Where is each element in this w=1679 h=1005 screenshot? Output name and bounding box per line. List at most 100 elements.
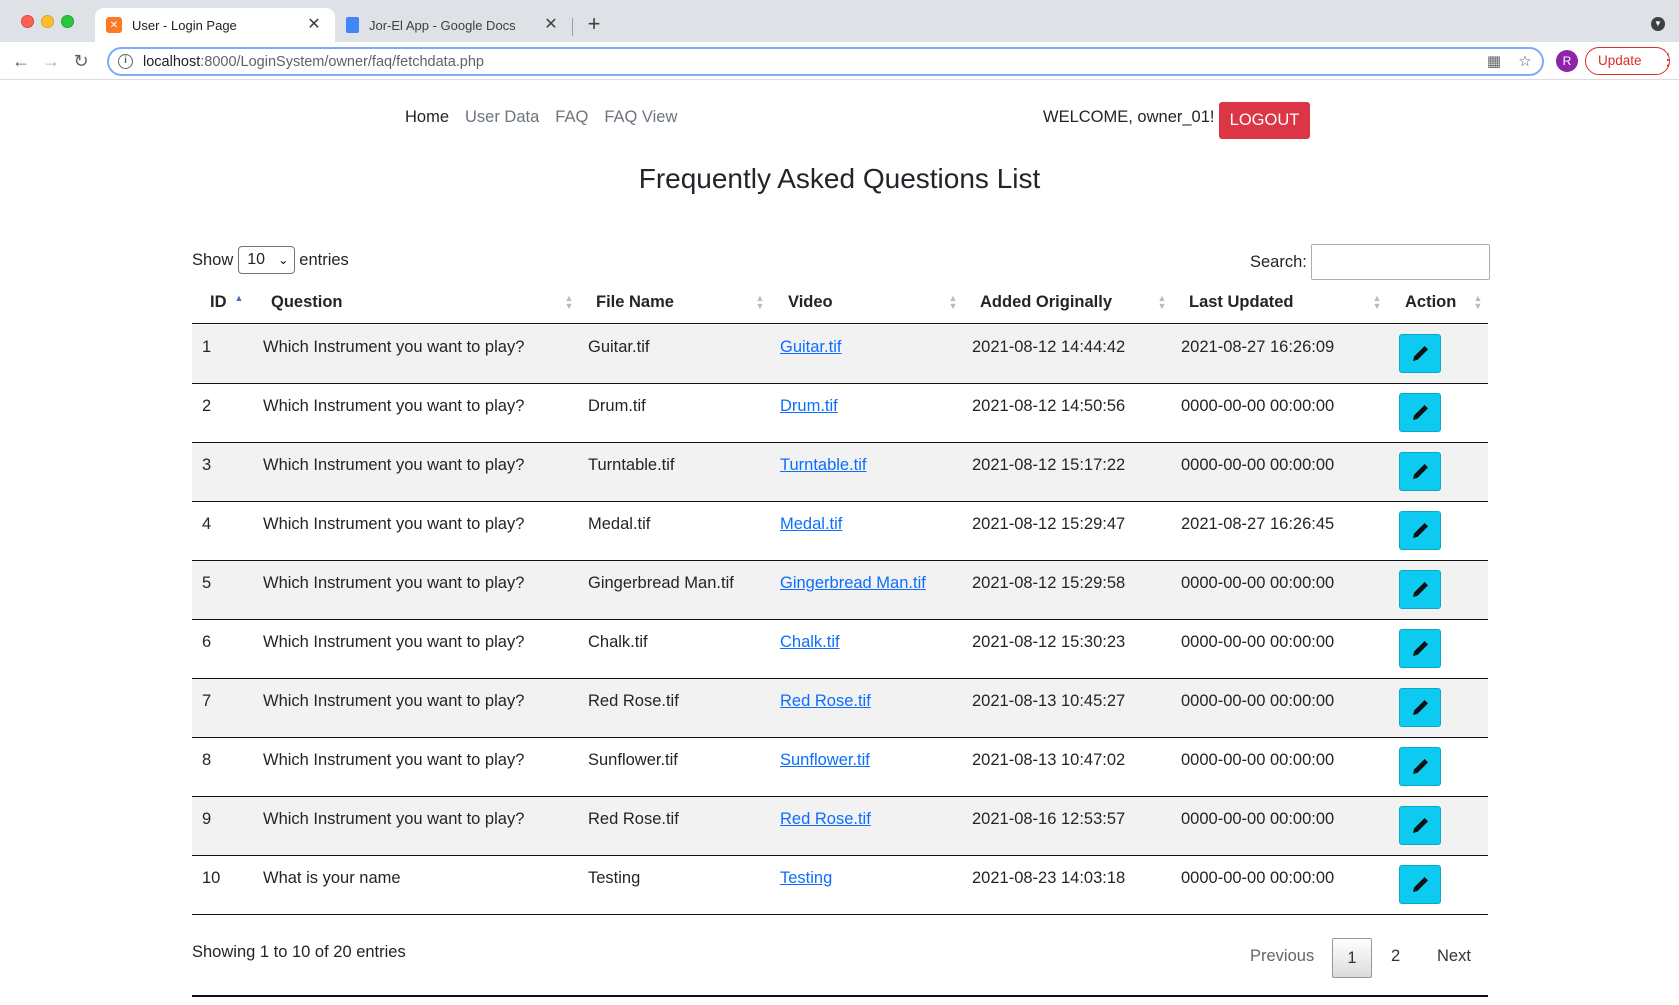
nav-link-user-data[interactable]: User Data	[465, 108, 539, 127]
tab-title: User - Login Page	[132, 17, 237, 33]
edit-button[interactable]	[1399, 688, 1441, 727]
cell-id: 4	[202, 515, 212, 533]
tab-title: Jor-El App - Google Docs	[369, 17, 516, 33]
video-link[interactable]: Red Rose.tif	[780, 810, 871, 829]
video-link[interactable]: Red Rose.tif	[780, 692, 871, 711]
nav-link-home[interactable]: Home	[405, 108, 449, 127]
cell-question: What is your name	[263, 869, 401, 887]
bookmark-star-icon[interactable]: ☆	[1516, 53, 1534, 71]
address-bar[interactable]: i localhost:8000/LoginSystem/owner/faq/f…	[107, 47, 1544, 76]
table-row: 8 Which Instrument you want to play? Sunfl…	[192, 738, 1488, 797]
nav-link-faq-view[interactable]: FAQ View	[604, 108, 677, 127]
welcome-text: WELCOME, owner_01! -	[1043, 108, 1225, 126]
sort-icon[interactable]: ▲ ▼	[1157, 294, 1167, 311]
reload-icon[interactable]: ↻	[68, 48, 94, 74]
new-tab-plus-icon[interactable]: +	[583, 13, 605, 35]
video-link[interactable]: Sunflower.tif	[780, 751, 870, 770]
column-header-added-originally[interactable]: Added Originally	[980, 293, 1112, 312]
pencil-icon	[1413, 640, 1429, 656]
column-header-question[interactable]: Question	[271, 293, 343, 312]
close-icon[interactable]: ✕	[542, 16, 560, 34]
cell-added: 2021-08-23 14:03:18	[972, 869, 1126, 887]
search-label: Search:	[1250, 252, 1307, 271]
video-link[interactable]: Testing	[780, 869, 832, 888]
browser-tab-bar: ✕ User - Login Page ✕ Jor-El App - Googl…	[0, 0, 1679, 42]
cell-updated: 0000-00-00 00:00:00	[1181, 574, 1335, 592]
docs-icon	[346, 17, 359, 33]
column-header-action[interactable]: Action	[1405, 293, 1456, 312]
edit-button[interactable]	[1399, 865, 1441, 904]
column-header-last-updated[interactable]: Last Updated	[1189, 293, 1294, 312]
cell-file: Medal.tif	[588, 515, 651, 533]
table-row: 3 Which Instrument you want to play? Turnt…	[192, 443, 1488, 502]
pencil-icon	[1413, 404, 1429, 420]
tab-search-chevron-icon[interactable]: ▼	[1651, 17, 1665, 31]
pagination-page-2[interactable]: 2	[1391, 947, 1400, 966]
edit-button[interactable]	[1399, 511, 1441, 550]
more-menu-icon[interactable]: ⋮	[1660, 49, 1676, 73]
info-icon[interactable]: i	[118, 54, 133, 69]
edit-button[interactable]	[1399, 334, 1441, 373]
column-header-id[interactable]: ID	[210, 293, 227, 312]
cell-file: Chalk.tif	[588, 633, 648, 651]
cell-question: Which Instrument you want to play?	[263, 810, 525, 828]
sort-icon[interactable]: ▲ ▼	[564, 294, 574, 311]
cell-question: Which Instrument you want to play?	[263, 751, 525, 769]
edit-button[interactable]	[1399, 393, 1441, 432]
tab-user-login-page[interactable]: ✕ User - Login Page ✕	[95, 8, 335, 42]
edit-button[interactable]	[1399, 452, 1441, 491]
pagination-previous[interactable]: Previous	[1250, 947, 1314, 966]
length-suffix: entries	[299, 250, 349, 269]
video-link[interactable]: Medal.tif	[780, 515, 842, 534]
cell-file: Red Rose.tif	[588, 810, 679, 828]
video-link[interactable]: Guitar.tif	[780, 338, 841, 357]
search-input[interactable]	[1310, 244, 1490, 280]
back-arrow-icon[interactable]: ←	[8, 48, 34, 74]
cell-added: 2021-08-12 14:50:56	[972, 397, 1126, 415]
logout-button[interactable]: LOGOUT	[1219, 102, 1310, 139]
cell-added: 2021-08-12 15:17:22	[972, 456, 1126, 474]
cell-id: 5	[202, 574, 212, 592]
edit-button[interactable]	[1399, 806, 1441, 845]
table-row: 4 Which Instrument you want to play? Medal…	[192, 502, 1488, 561]
table-row: 2 Which Instrument you want to play? Drum.…	[192, 384, 1488, 443]
length-prefix: Show	[192, 250, 234, 269]
browser-toolbar: ← → ↻ i localhost:8000/LoginSystem/owner…	[0, 42, 1679, 80]
qr-code-icon[interactable]: ▦	[1485, 53, 1503, 71]
sort-icon[interactable]: ▲ ▼	[755, 294, 765, 311]
cell-added: 2021-08-12 14:44:42	[972, 338, 1126, 356]
window-zoom-button[interactable]	[61, 15, 74, 28]
video-link[interactable]: Chalk.tif	[780, 633, 840, 652]
cell-added: 2021-08-12 15:29:58	[972, 574, 1126, 592]
profile-avatar[interactable]: R	[1556, 50, 1578, 72]
sort-icon[interactable]: ▲ ▼	[1473, 294, 1483, 311]
window-close-button[interactable]	[21, 15, 34, 28]
cell-added: 2021-08-13 10:47:02	[972, 751, 1126, 769]
pagination-page-1[interactable]: 1	[1332, 938, 1372, 978]
edit-button[interactable]	[1399, 570, 1441, 609]
edit-button[interactable]	[1399, 629, 1441, 668]
nav-link-faq[interactable]: FAQ	[555, 108, 588, 127]
window-minimize-button[interactable]	[41, 15, 54, 28]
sort-icon[interactable]: ▲ ▼	[1372, 294, 1382, 311]
sort-icon[interactable]: ▲ ▼	[948, 294, 958, 311]
cell-id: 3	[202, 456, 212, 474]
chevron-down-icon: ⌄	[278, 253, 289, 267]
video-link[interactable]: Drum.tif	[780, 397, 838, 416]
pagination-next[interactable]: Next	[1437, 947, 1471, 966]
tab-google-docs[interactable]: Jor-El App - Google Docs ✕	[335, 8, 572, 42]
cell-updated: 0000-00-00 00:00:00	[1181, 810, 1335, 828]
video-link[interactable]: Turntable.tif	[780, 456, 867, 475]
cell-updated: 0000-00-00 00:00:00	[1181, 869, 1335, 887]
column-header-video[interactable]: Video	[788, 293, 833, 312]
column-header-file-name[interactable]: File Name	[596, 293, 674, 312]
video-link[interactable]: Gingerbread Man.tif	[780, 574, 926, 593]
sort-asc-icon[interactable]: ▲	[234, 294, 244, 303]
cell-added: 2021-08-12 15:30:23	[972, 633, 1126, 651]
entries-per-page-select[interactable]: 10 ⌄	[238, 246, 296, 274]
url-path: :8000/LoginSystem/owner/faq/fetchdata.ph…	[200, 53, 484, 70]
close-icon[interactable]: ✕	[305, 16, 323, 34]
edit-button[interactable]	[1399, 747, 1441, 786]
update-button[interactable]: Update	[1585, 47, 1670, 75]
forward-arrow-icon[interactable]: →	[38, 48, 64, 74]
